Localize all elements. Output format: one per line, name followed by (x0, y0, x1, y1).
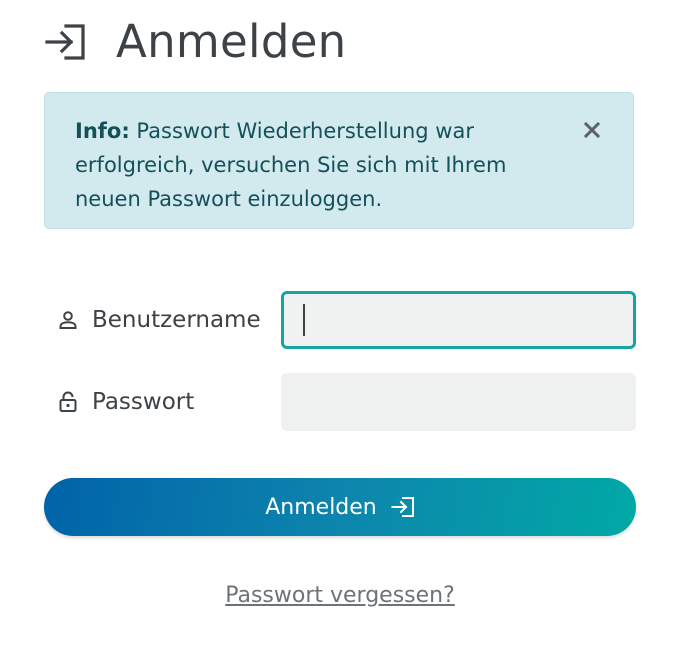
password-label-text: Passwort (92, 389, 195, 415)
username-label-text: Benutzername (92, 307, 261, 333)
login-button-label: Anmelden (265, 494, 377, 520)
alert-label: Info: (75, 119, 130, 143)
username-label: Benutzername (56, 307, 281, 333)
alert-message: Passwort Wiederherstellung war erfolgrei… (75, 119, 507, 211)
page-header: Anmelden (44, 14, 347, 70)
password-label: Passwort (56, 389, 281, 415)
password-input[interactable] (281, 373, 636, 431)
forgot-password-link[interactable]: Passwort vergessen? (0, 583, 680, 608)
user-icon (56, 308, 80, 332)
text-caret (303, 304, 305, 336)
login-icon (391, 495, 415, 519)
username-input[interactable] (281, 291, 636, 349)
page-title: Anmelden (116, 15, 347, 68)
lock-icon (56, 390, 80, 414)
close-icon[interactable] (581, 119, 603, 141)
username-row: Benutzername (56, 291, 636, 349)
password-row: Passwort (56, 373, 636, 431)
login-icon (44, 22, 90, 62)
info-alert: Info: Passwort Wiederherstellung war erf… (44, 92, 634, 229)
login-button[interactable]: Anmelden (44, 478, 636, 536)
